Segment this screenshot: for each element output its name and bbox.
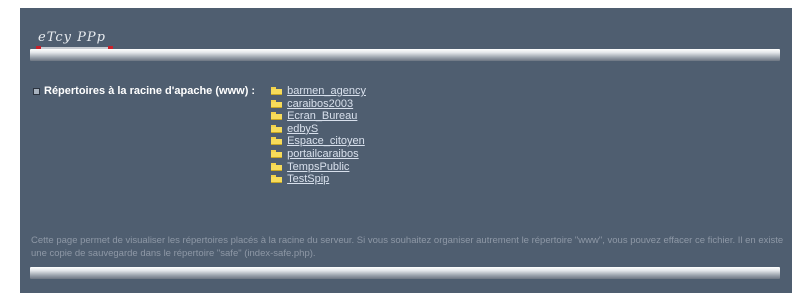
list-item: edbyS: [271, 123, 366, 135]
section-heading: Répertoires à la racine d'apache (www) :: [33, 85, 255, 98]
directory-link[interactable]: edbyS: [287, 123, 318, 135]
folder-icon: [271, 124, 283, 133]
directory-link[interactable]: portailcaraibos: [287, 148, 359, 160]
directory-link[interactable]: TestSpip: [287, 173, 329, 185]
directory-link[interactable]: Ecran_Bureau: [287, 110, 357, 122]
list-item: portailcaraibos: [271, 148, 366, 160]
directory-section: Répertoires à la racine d'apache (www) :…: [33, 85, 366, 186]
logo-text: eTcy PPp: [38, 30, 106, 45]
folder-icon: [271, 149, 283, 158]
list-item: Ecran_Bureau: [271, 110, 366, 122]
main-panel: eTcy PPp Répertoires à la racine d'apach…: [20, 8, 792, 293]
directory-link[interactable]: Espace_citoyen: [287, 135, 365, 147]
logo: eTcy PPp: [36, 24, 113, 50]
footer-divider-bar: [30, 267, 780, 279]
list-item: barmen_agency: [271, 85, 366, 97]
directory-list: barmen_agency caraibos2003 Ecran_Bureau …: [271, 85, 366, 186]
footer-note: Cette page permet de visualiser les répe…: [31, 235, 784, 259]
list-item: TempsPublic: [271, 161, 366, 173]
folder-icon: [271, 175, 283, 184]
list-item: caraibos2003: [271, 98, 366, 110]
folder-icon: [271, 99, 283, 108]
section-label: Répertoires à la racine d'apache (www) :: [44, 85, 256, 97]
directory-link[interactable]: TempsPublic: [287, 161, 349, 173]
header-divider-bar: [30, 49, 780, 61]
folder-icon: [271, 137, 283, 146]
bullet-icon: [33, 88, 40, 95]
folder-icon: [271, 112, 283, 121]
list-item: TestSpip: [271, 173, 366, 185]
list-item: Espace_citoyen: [271, 135, 366, 147]
directory-link[interactable]: caraibos2003: [287, 98, 353, 110]
directory-link[interactable]: barmen_agency: [287, 85, 366, 97]
folder-icon: [271, 162, 283, 171]
folder-icon: [271, 87, 283, 95]
